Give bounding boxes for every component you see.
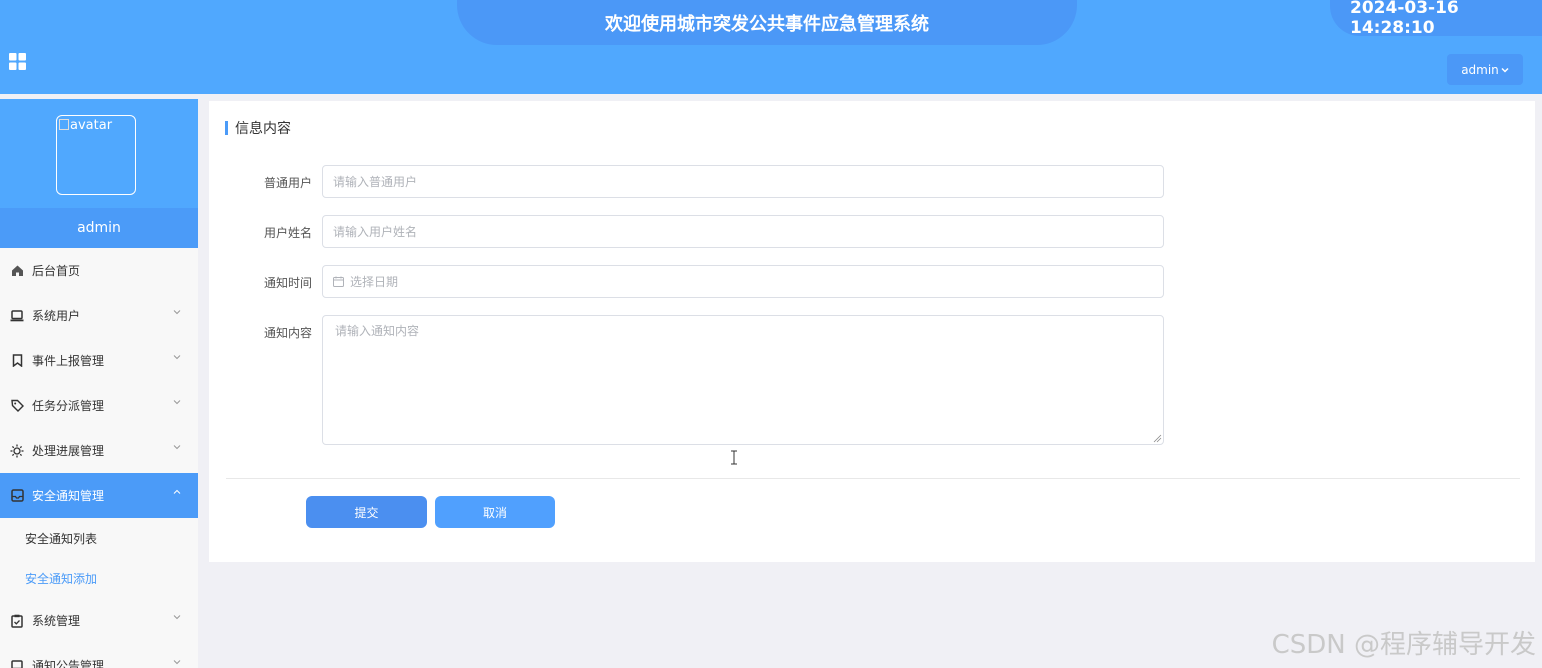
sidebar-item-label: 后台首页	[32, 264, 81, 278]
system-title: 欢迎使用城市突发公共事件应急管理系统	[457, 0, 1077, 45]
sidebar-item-label: 系统用户	[32, 309, 81, 323]
ordinary-user-input[interactable]	[322, 165, 1164, 198]
resize-grip-icon[interactable]	[1152, 433, 1162, 443]
chevron-up-icon	[173, 489, 181, 494]
chevron-down-icon	[173, 660, 181, 665]
avatar-panel: avatar	[0, 99, 198, 208]
laptop-icon	[10, 659, 24, 668]
inbox-icon	[10, 489, 24, 503]
sidebar-username: admin	[0, 208, 198, 248]
chevron-down-icon	[173, 310, 181, 315]
field-label-notice-content: 通知内容	[263, 326, 312, 340]
sidebar: avatar admin 后台首页 系统用户 事件上报管理 任务分派管理 处理进…	[0, 99, 198, 668]
sidebar-item-task-dispatch[interactable]: 任务分派管理	[0, 383, 198, 428]
field-label-ordinary-user: 普通用户	[263, 176, 312, 190]
chevron-down-icon	[1501, 67, 1509, 73]
submit-button[interactable]: 提交	[306, 496, 427, 528]
chevron-down-icon	[173, 355, 181, 360]
tag-icon	[10, 399, 24, 413]
avatar[interactable]: avatar	[56, 115, 136, 195]
sidebar-item-label: 任务分派管理	[32, 399, 105, 413]
current-datetime: 2024-03-16 14:28:10	[1330, 0, 1542, 38]
sidebar-subitem-notice-add[interactable]: 安全通知添加	[0, 558, 198, 598]
sidebar-item-event-report[interactable]: 事件上报管理	[0, 338, 198, 383]
form-card: 信息内容 普通用户 用户姓名 通知时间 选择日期 通知内容 提交 取消	[209, 101, 1535, 562]
user-dropdown-button[interactable]: admin	[1447, 54, 1523, 85]
sidebar-item-label: 安全通知管理	[32, 489, 105, 503]
sidebar-item-label: 处理进展管理	[32, 444, 105, 458]
notice-time-datepicker[interactable]: 选择日期	[322, 265, 1164, 298]
sidebar-item-announcements[interactable]: 通知公告管理	[0, 643, 198, 668]
form-divider	[226, 478, 1520, 479]
sidebar-subitem-label: 安全通知添加	[25, 571, 98, 586]
chevron-down-icon	[173, 615, 181, 620]
top-header: 欢迎使用城市突发公共事件应急管理系统 2024-03-16 14:28:10 a…	[0, 0, 1542, 94]
title-accent-bar	[225, 121, 228, 135]
text-cursor-icon	[731, 450, 737, 465]
sun-icon	[10, 444, 24, 458]
user-name-input[interactable]	[322, 215, 1164, 248]
sidebar-subitem-notice-list[interactable]: 安全通知列表	[0, 518, 198, 558]
avatar-alt-text: avatar	[70, 118, 113, 133]
sidebar-item-label: 事件上报管理	[32, 354, 105, 368]
field-label-notice-time: 通知时间	[263, 276, 312, 290]
sidebar-item-progress[interactable]: 处理进展管理	[0, 428, 198, 473]
calendar-icon	[333, 276, 344, 287]
watermark: CSDN @程序辅导开发	[1271, 630, 1536, 660]
home-icon	[10, 264, 24, 278]
laptop-icon	[10, 309, 24, 323]
chevron-down-icon	[173, 445, 181, 450]
sidebar-item-system-users[interactable]: 系统用户	[0, 293, 198, 338]
clipboard-icon	[10, 614, 24, 628]
sidebar-item-system-admin[interactable]: 系统管理	[0, 598, 198, 643]
form-title: 信息内容	[225, 118, 291, 138]
sidebar-item-label: 通知公告管理	[32, 659, 105, 668]
sidebar-menu: 后台首页 系统用户 事件上报管理 任务分派管理 处理进展管理 安全通知管理 安全…	[0, 248, 198, 668]
chevron-down-icon	[173, 400, 181, 405]
grid-menu-icon[interactable]	[9, 53, 26, 70]
bookmark-icon	[10, 354, 24, 368]
notice-content-textarea[interactable]	[322, 315, 1164, 445]
user-dropdown-label: admin	[1461, 62, 1499, 77]
broken-image-icon	[59, 119, 69, 130]
cancel-button[interactable]: 取消	[435, 496, 555, 528]
sidebar-item-home[interactable]: 后台首页	[0, 248, 198, 293]
form-title-text: 信息内容	[235, 121, 291, 137]
sidebar-item-label: 系统管理	[32, 614, 81, 628]
datepicker-placeholder: 选择日期	[350, 275, 399, 289]
field-label-user-name: 用户姓名	[263, 226, 312, 240]
sidebar-subitem-label: 安全通知列表	[25, 531, 98, 546]
sidebar-item-safety-notice[interactable]: 安全通知管理	[0, 473, 198, 518]
